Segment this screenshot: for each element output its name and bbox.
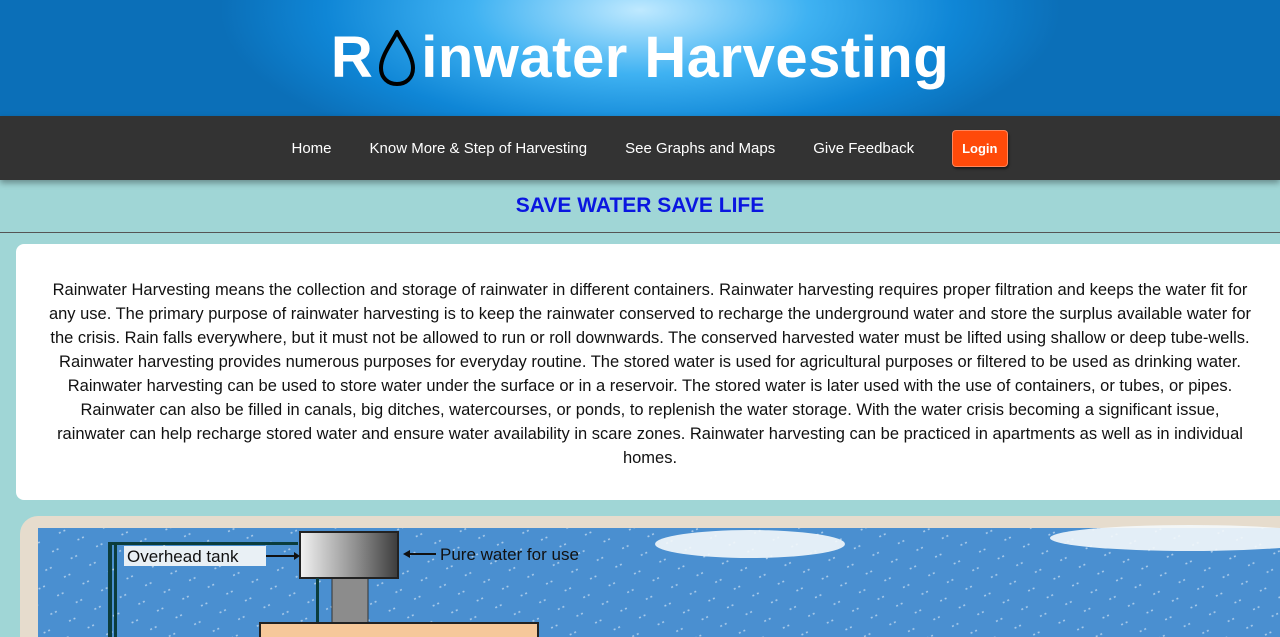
site-title-prefix: R [330, 25, 374, 90]
pipe [108, 542, 298, 545]
label-pure-water: Pure water for use [440, 545, 579, 564]
login-button[interactable]: Login [952, 129, 1008, 167]
intro-paragraph: Rainwater Harvesting means the collectio… [48, 281, 1252, 467]
divider [0, 232, 1280, 233]
label-overhead-tank: Overhead tank [127, 547, 239, 566]
intro-card: Rainwater Harvesting means the collectio… [16, 244, 1280, 500]
pipe [114, 542, 117, 637]
nav-feedback[interactable]: Give Feedback [813, 140, 914, 157]
tank-support [331, 577, 369, 624]
overhead-tank [299, 531, 399, 579]
main-nav: Home Know More & Step of Harvesting See … [0, 116, 1280, 180]
site-title-suffix: inwater Harvesting [421, 25, 950, 90]
building [259, 622, 539, 637]
pipe [108, 542, 112, 637]
slogan-heading: SAVE WATER SAVE LIFE [515, 194, 765, 217]
site-header: R inwater Harvesting [0, 0, 1280, 116]
water-drop-icon [375, 28, 419, 88]
site-title: R inwater Harvesting [331, 28, 949, 88]
nav-graphs-maps[interactable]: See Graphs and Maps [625, 140, 775, 157]
cloud [655, 530, 845, 558]
nav-know-more[interactable]: Know More & Step of Harvesting [370, 140, 588, 157]
nav-home[interactable]: Home [292, 140, 332, 157]
harvesting-diagram: Overhead tank Pure water for use [20, 516, 1280, 637]
